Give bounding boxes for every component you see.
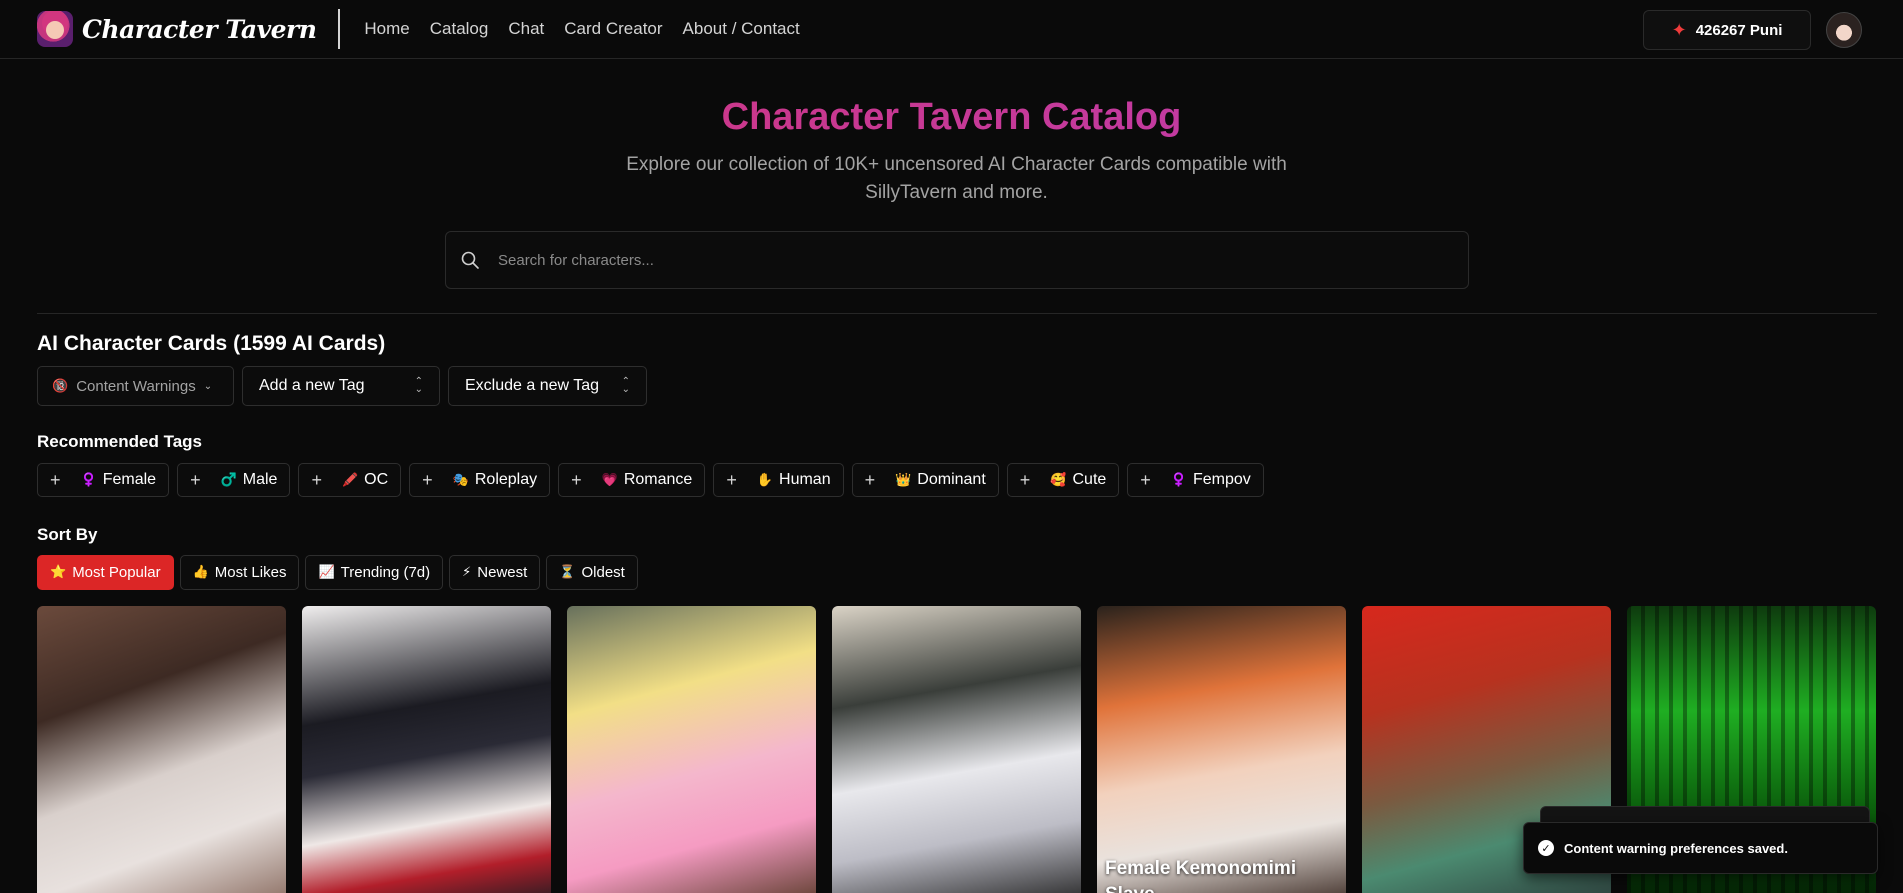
sort-emoji-icon: 👍 bbox=[192, 565, 209, 580]
tag-chip-fempov[interactable]: + ♀️ Fempov bbox=[1127, 463, 1264, 497]
character-card[interactable]: Female Kemonomimi Slave bbox=[1097, 606, 1346, 893]
brand-logo bbox=[37, 11, 73, 47]
plus-icon: + bbox=[1140, 470, 1151, 490]
content-warnings-dropdown[interactable]: 🔞 Content Warnings ⌄ bbox=[37, 366, 234, 406]
section-divider bbox=[37, 313, 1877, 314]
card-title: Female Kemonomimi Slave bbox=[1105, 858, 1297, 893]
exclude-tag-label: Exclude a new Tag bbox=[465, 377, 600, 394]
tag-emoji-icon: 🎭 bbox=[452, 472, 469, 488]
sort-emoji-icon: ⏳ bbox=[559, 565, 576, 580]
sort-options: ⭐ Most Popular 👍 Most Likes 📈 Trending (7d) ⚡ N… bbox=[37, 555, 638, 590]
plus-icon: + bbox=[190, 470, 201, 490]
sort-newest-button[interactable]: ⚡ Newest bbox=[449, 555, 541, 590]
nav-link-chat[interactable]: Chat bbox=[508, 19, 544, 39]
content-warnings-label: Content Warnings bbox=[76, 377, 196, 395]
character-card[interactable] bbox=[37, 606, 286, 893]
tag-label: Romance bbox=[623, 471, 693, 488]
user-avatar[interactable] bbox=[1826, 12, 1862, 48]
toast-notification: ✓ Content warning preferences saved. bbox=[1523, 822, 1878, 874]
sort-most-likes-button[interactable]: 👍 Most Likes bbox=[179, 555, 300, 590]
sort-label: Most Popular bbox=[72, 564, 161, 581]
tag-chip-oc[interactable]: + 🖍️ OC bbox=[298, 463, 402, 497]
plus-icon: + bbox=[571, 470, 582, 490]
sort-oldest-button[interactable]: ⏳ Oldest bbox=[546, 555, 638, 590]
tag-label: Roleplay bbox=[474, 471, 538, 488]
sort-most-popular-button[interactable]: ⭐ Most Popular bbox=[37, 555, 174, 590]
plus-icon: + bbox=[311, 470, 322, 490]
page-title: Character Tavern Catalog bbox=[0, 96, 1903, 139]
add-tag-select[interactable]: Add a new Tag ⌃ ⌄ bbox=[242, 366, 440, 406]
sort-label: Newest bbox=[477, 564, 528, 581]
character-card[interactable] bbox=[832, 606, 1081, 893]
tag-label: Dominant bbox=[917, 471, 986, 488]
nav-link-home[interactable]: Home bbox=[364, 19, 409, 39]
tag-label: Human bbox=[779, 471, 831, 488]
tag-chip-cute[interactable]: + 🥰 Cute bbox=[1006, 463, 1120, 497]
tag-label: OC bbox=[364, 471, 389, 488]
tag-chip-male[interactable]: + ♂️ Male bbox=[177, 463, 291, 497]
nav-link-about-contact[interactable]: About / Contact bbox=[683, 19, 800, 39]
sparkle-icon: ✦ bbox=[1671, 20, 1687, 40]
cards-section-title: AI Character Cards (1599 AI Cards) bbox=[37, 332, 386, 355]
brand-name: Character Tavern bbox=[82, 14, 317, 44]
nav-link-catalog[interactable]: Catalog bbox=[430, 19, 489, 39]
search-input[interactable] bbox=[498, 251, 1398, 269]
puni-balance-text: 426267 Puni bbox=[1695, 21, 1783, 39]
search-icon bbox=[461, 251, 479, 269]
tag-emoji-icon: ✋ bbox=[756, 472, 774, 488]
tag-chip-dominant[interactable]: + 👑 Dominant bbox=[851, 463, 999, 497]
tag-chip-female[interactable]: + ♀️ Female bbox=[37, 463, 170, 497]
tag-label: Female bbox=[102, 471, 157, 488]
sort-label: Most Likes bbox=[214, 564, 287, 581]
recommended-tags: + ♀️ Female + ♂️ Male + 🖍️ OC + 🎭 Roleplay + 💗 Romance… bbox=[37, 463, 1264, 497]
plus-icon: + bbox=[726, 470, 737, 490]
toast-message: Content warning preferences saved. bbox=[1564, 840, 1788, 856]
chevron-down-icon: ⌄ bbox=[203, 380, 213, 392]
tag-emoji-icon: ♀️ bbox=[1170, 472, 1187, 488]
character-card[interactable] bbox=[567, 606, 816, 893]
tag-chip-human[interactable]: + ✋ Human bbox=[713, 463, 844, 497]
tag-chip-romance[interactable]: + 💗 Romance bbox=[558, 463, 706, 497]
sort-by-title: Sort By bbox=[37, 525, 98, 544]
filter-bar: 🔞 Content Warnings ⌄ Add a new Tag ⌃ ⌄ Ex… bbox=[37, 366, 647, 406]
tag-label: Male bbox=[242, 471, 278, 488]
plus-icon: + bbox=[50, 470, 61, 490]
tag-emoji-icon: ♂️ bbox=[220, 472, 237, 488]
search-bar bbox=[445, 231, 1469, 289]
tag-emoji-icon: 🥰 bbox=[1050, 472, 1067, 488]
tag-label: Fempov bbox=[1192, 471, 1251, 488]
plus-icon: + bbox=[422, 470, 433, 490]
nav-links: Home Catalog Chat Card Creator About / C… bbox=[364, 19, 799, 39]
check-circle-icon: ✓ bbox=[1538, 840, 1554, 856]
page-subtitle: Explore our collection of 10K+ uncensore… bbox=[626, 154, 1287, 203]
exclude-tag-select[interactable]: Exclude a new Tag ⌃ ⌄ bbox=[448, 366, 647, 406]
tag-emoji-icon: 👑 bbox=[895, 472, 912, 488]
sort-label: Oldest bbox=[581, 564, 625, 581]
brand[interactable]: Character Tavern bbox=[37, 11, 317, 47]
chevron-up-down-icon: ⌃ ⌄ bbox=[621, 376, 630, 395]
recommended-tags-title: Recommended Tags bbox=[37, 432, 203, 451]
add-tag-label: Add a new Tag bbox=[259, 377, 365, 394]
tag-emoji-icon: ♀️ bbox=[80, 472, 97, 488]
character-card[interactable] bbox=[302, 606, 551, 893]
tag-label: Cute bbox=[1072, 471, 1107, 488]
sort-emoji-icon: 📈 bbox=[318, 565, 335, 580]
tag-chip-roleplay[interactable]: + 🎭 Roleplay bbox=[409, 463, 551, 497]
tag-emoji-icon: 🖍️ bbox=[341, 472, 359, 488]
plus-icon: + bbox=[1019, 470, 1031, 490]
plus-icon: + bbox=[864, 470, 876, 490]
puni-balance-button[interactable]: ✦ 426267 Puni bbox=[1643, 10, 1811, 50]
tag-emoji-icon: 💗 bbox=[601, 472, 618, 488]
sort-label: Trending (7d) bbox=[340, 564, 431, 581]
sort-trending-7d-button[interactable]: 📈 Trending (7d) bbox=[305, 555, 444, 590]
sort-emoji-icon: ⚡ bbox=[462, 565, 472, 580]
nav-divider bbox=[338, 9, 341, 49]
chevron-up-down-icon: ⌃ ⌄ bbox=[414, 376, 423, 395]
sort-emoji-icon: ⭐ bbox=[50, 565, 67, 580]
top-navbar: Character Tavern Home Catalog Chat Card … bbox=[0, 0, 1903, 59]
no-entry-icon: 🔞 bbox=[52, 378, 69, 394]
nav-link-card-creator[interactable]: Card Creator bbox=[564, 19, 662, 39]
